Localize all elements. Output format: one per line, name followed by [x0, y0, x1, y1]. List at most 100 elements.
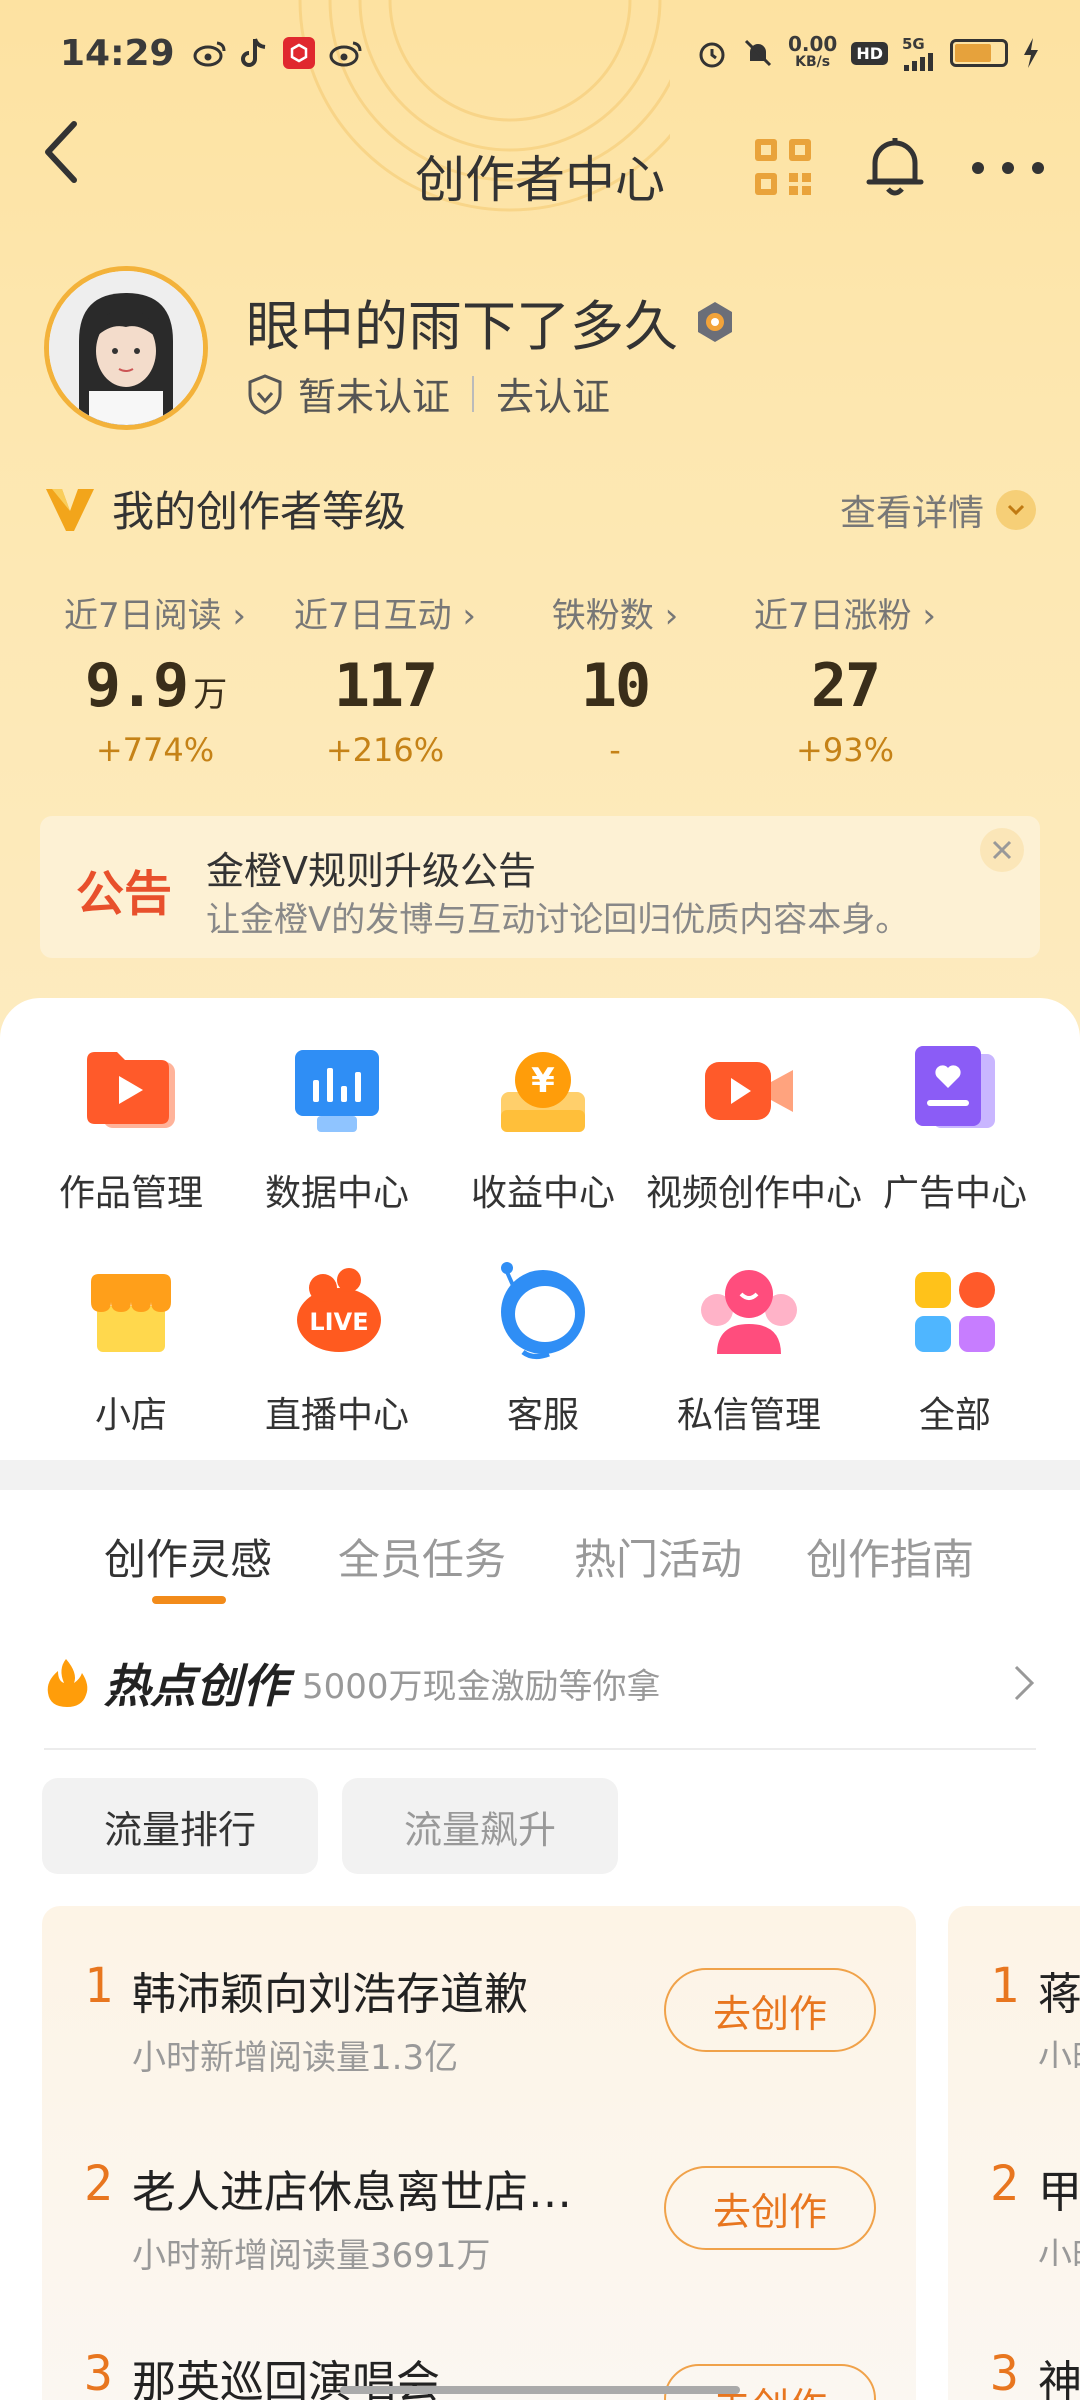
section-divider [0, 1460, 1080, 1490]
chevron-right-icon [1014, 1665, 1035, 1701]
announcement-text: 让金橙V的发博与互动讨论回归优质内容本身。 [206, 900, 910, 940]
service-icon [501, 1262, 585, 1360]
ad-icon [915, 1046, 995, 1128]
hot-creation-header[interactable]: 热点创作 5000万现金激励等你拿 [44, 1650, 1036, 1716]
avatar-portrait [49, 271, 203, 425]
tool-ad[interactable]: 广告中心 [852, 1040, 1058, 1216]
data-center-icon [295, 1050, 379, 1132]
chevron-right-icon: › [664, 596, 679, 636]
qr-code-icon [755, 139, 811, 195]
weibo-icon-2 [329, 41, 362, 67]
tool-shop[interactable]: 小店 [28, 1262, 234, 1438]
notification-button[interactable] [858, 130, 932, 204]
chevron-down-icon [996, 490, 1036, 530]
close-announcement-button[interactable] [980, 828, 1024, 872]
creator-level-title: 我的创作者等级 [112, 487, 407, 536]
go-create-button[interactable]: 去创作 [664, 1968, 876, 2052]
tab-tasks[interactable]: 全员任务 [338, 1526, 506, 1587]
creator-level-row[interactable]: 我的创作者等级 [44, 478, 406, 539]
shop-icon [91, 1274, 171, 1352]
mute-bell-icon [744, 39, 772, 67]
level-details-link[interactable]: 查看详情 [840, 484, 1036, 536]
hot-creation-title: 热点创作 [104, 1659, 288, 1713]
announcement-title: 金橙V规则升级公告 [206, 849, 536, 893]
shield-icon [248, 373, 282, 415]
svg-text:LIVE: LIVE [309, 1308, 368, 1336]
video-icon [705, 1062, 793, 1120]
chip-traffic-rank[interactable]: 流量排行 [42, 1778, 318, 1874]
trending-stat: 小时新增阅读量3691万 [132, 2236, 491, 2276]
tool-service[interactable]: 客服 [440, 1262, 646, 1438]
stat-interactions[interactable]: 近7日互动 › 117 +216% [270, 588, 500, 769]
username-row: 眼中的雨下了多久 [246, 282, 734, 361]
svg-text:¥: ¥ [531, 1061, 555, 1101]
tool-all[interactable]: 全部 [852, 1262, 1058, 1438]
verify-action-link[interactable]: 去认证 [496, 366, 610, 421]
tool-messages[interactable]: 私信管理 [646, 1262, 852, 1438]
user-level-badge-icon [698, 301, 732, 342]
status-bar: 14:29 0.00 KB/s HD 5G [60, 28, 1040, 78]
avatar[interactable] [44, 266, 208, 430]
tab-creative-inspiration[interactable]: 创作灵感 [104, 1526, 272, 1587]
charging-icon [1024, 38, 1038, 68]
bell-icon [866, 138, 924, 196]
hd-badge: HD [851, 41, 888, 65]
battery-icon [950, 39, 1008, 67]
tool-video[interactable]: 视频创作中心 [646, 1040, 862, 1216]
tiktok-icon [240, 38, 265, 67]
chip-traffic-rising[interactable]: 流量飙升 [342, 1778, 618, 1874]
stat-iron-fans[interactable]: 铁粉数 › 10 - [500, 588, 730, 769]
tool-works[interactable]: 作品管理 [28, 1040, 234, 1216]
live-icon: LIVE [297, 1268, 381, 1352]
tab-hot-events[interactable]: 热门活动 [574, 1526, 742, 1587]
chevron-right-icon: › [922, 596, 937, 636]
tool-data-center[interactable]: 数据中心 [234, 1040, 440, 1216]
app-red-icon [282, 37, 315, 69]
chevron-right-icon: › [462, 596, 477, 636]
stats-row: 近7日阅读 › 9.9 万 +774% 近7日互动 › 117 +216% 铁粉数… [40, 588, 1040, 769]
verify-status: 暂未认证 [298, 375, 451, 419]
qr-code-button[interactable] [748, 132, 818, 202]
trending-item[interactable]: 1 蒋 小时 [990, 1958, 1080, 2068]
works-icon [87, 1052, 175, 1128]
trending-item[interactable]: 2 甲 小时 [990, 2156, 1080, 2266]
trending-stat: 小时新增阅读量1.3亿 [132, 2038, 459, 2078]
username: 眼中的雨下了多久 [246, 295, 678, 358]
trending-rank: 1 [84, 1958, 113, 2014]
announcement-banner[interactable]: 公告 金橙V规则升级公告 让金橙V的发博与互动讨论回归优质内容本身。 [40, 816, 1040, 958]
more-dots-icon [972, 162, 1044, 174]
trending-card-peek: 1 蒋 小时 2 甲 小时 3 神 [948, 1906, 1080, 2400]
hot-creation-subtitle: 5000万现金激励等你拿 [302, 1666, 661, 1707]
more-button[interactable] [966, 140, 1050, 196]
stat-new-fans[interactable]: 近7日涨粉 › 27 +93% [730, 588, 960, 769]
trending-title: 老人进店休息离世店… [132, 2167, 572, 2218]
net-speed: 0.00 KB/s [787, 32, 838, 70]
verify-row: 暂未认证 去认证 [246, 366, 610, 421]
active-tab-indicator [152, 1596, 226, 1604]
status-time: 14:29 [60, 32, 175, 74]
stat-reads[interactable]: 近7日阅读 › 9.9 万 +774% [40, 588, 270, 769]
signal-bars-icon [904, 53, 933, 71]
tool-income[interactable]: ¥ 收益中心 [440, 1040, 646, 1216]
gold-v-icon [46, 488, 94, 531]
trending-rank: 2 [84, 2156, 113, 2212]
tab-guide[interactable]: 创作指南 [806, 1526, 974, 1587]
home-indicator[interactable] [340, 2386, 740, 2394]
signal-indicator: 5G [902, 35, 936, 71]
trending-rank: 3 [84, 2346, 113, 2400]
trending-item[interactable]: 3 神 [990, 2346, 1080, 2400]
message-icon [701, 1270, 797, 1354]
fire-icon [47, 1659, 88, 1707]
weibo-icon [193, 41, 226, 67]
alarm-icon [699, 42, 725, 68]
go-create-button[interactable]: 去创作 [664, 2364, 876, 2400]
go-create-button[interactable]: 去创作 [664, 2166, 876, 2250]
income-icon: ¥ [501, 1052, 585, 1132]
close-icon [992, 840, 1012, 860]
trending-card: 1 韩沛颖向刘浩存道歉 小时新增阅读量1.3亿 去创作 2 老人进店休息离世店…… [42, 1906, 916, 2400]
chevron-right-icon: › [232, 596, 247, 636]
all-icon [915, 1272, 995, 1352]
divider [472, 375, 475, 412]
trending-title: 韩沛颖向刘浩存道歉 [132, 1969, 528, 2020]
tool-live[interactable]: LIVE 直播中心 [234, 1262, 440, 1438]
